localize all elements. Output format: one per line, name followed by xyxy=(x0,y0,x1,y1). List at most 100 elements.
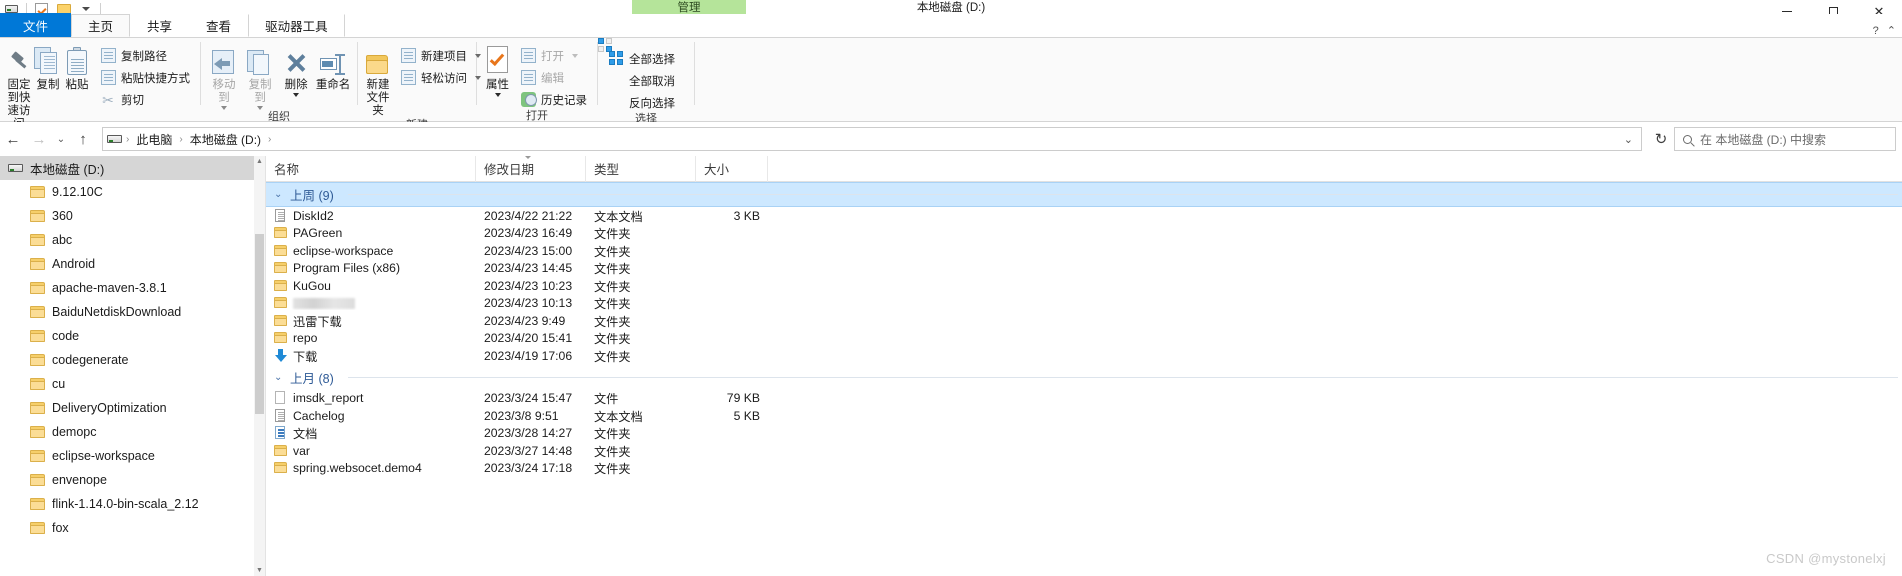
cell-type: 文件夹 xyxy=(594,227,631,242)
copy-path-button[interactable]: 复制路径 xyxy=(96,46,194,65)
table-row[interactable]: 下载 2023/4/19 17:06 文件夹 xyxy=(266,347,1902,365)
column-header-size[interactable]: 大小 xyxy=(696,156,768,182)
tree-item-local-disk-d[interactable]: 本地磁盘 (D:) xyxy=(0,156,265,180)
breadcrumb[interactable]: › 此电脑 › 本地磁盘 (D:) › ⌄ xyxy=(102,127,1642,151)
tree-item[interactable]: flink-1.14.0-bin-scala_2.12 xyxy=(0,492,265,516)
pin-to-quick-access-button[interactable]: 固定到快速访问 xyxy=(6,43,32,131)
nav-scrollbar[interactable]: ▲ ▼ xyxy=(254,156,265,576)
copy-button[interactable]: 复制 xyxy=(34,43,62,92)
edit-button[interactable]: 编辑 xyxy=(516,68,591,87)
tab-drive-tools[interactable]: 驱动器工具 xyxy=(248,14,345,37)
open-button[interactable]: 打开 xyxy=(516,46,591,65)
cell-name: 迅雷下载 xyxy=(266,312,476,330)
table-row[interactable]: eclipse-workspace 2023/4/23 15:00 文件夹 xyxy=(266,242,1902,260)
tree-item[interactable]: 9.12.10C xyxy=(0,180,265,204)
paste-button[interactable]: 粘贴 xyxy=(64,43,90,92)
ribbon-tab-bar: 文件 主页 共享 查看 驱动器工具 ? ⌃ xyxy=(0,13,1902,38)
breadcrumb-item-1[interactable]: 本地磁盘 (D:) xyxy=(186,131,265,148)
forward-button[interactable]: → xyxy=(26,126,52,152)
column-header-date[interactable]: 修改日期 xyxy=(476,156,586,182)
cell-type: 文件夹 xyxy=(594,244,631,259)
ribbon-right-controls: ? ⌃ xyxy=(1873,24,1902,38)
tree-item[interactable]: eclipse-workspace xyxy=(0,444,265,468)
group-header[interactable]: ⌄ 上周 (9) xyxy=(266,182,1902,207)
tree-item[interactable]: apache-maven-3.8.1 xyxy=(0,276,265,300)
select-all-button[interactable]: 全部选择 xyxy=(604,49,679,68)
tree-item[interactable]: cu xyxy=(0,372,265,396)
table-row[interactable]: 2023/4/23 10:13 文件夹 xyxy=(266,295,1902,313)
properties-button[interactable]: 属性 xyxy=(483,43,512,97)
breadcrumb-sep-2[interactable]: › xyxy=(268,134,271,145)
new-item-button[interactable]: 新建项目 xyxy=(396,46,485,65)
tree-item[interactable]: code xyxy=(0,324,265,348)
file-list-pane: 名称 修改日期 类型 大小 ⌄ 上周 (9) DiskId2 2023/4/22 21… xyxy=(266,156,1902,576)
select-none-icon xyxy=(598,38,624,89)
cut-button[interactable]: ✂ 剪切 xyxy=(96,90,194,109)
tree-item[interactable]: 360 xyxy=(0,204,265,228)
documents-icon xyxy=(274,426,287,440)
tab-home[interactable]: 主页 xyxy=(71,14,131,37)
move-to-button[interactable]: 移动到 xyxy=(207,43,241,110)
column-header-type[interactable]: 类型 xyxy=(586,156,696,182)
history-button[interactable]: 历史记录 xyxy=(516,90,591,109)
tree-item[interactable]: Android xyxy=(0,252,265,276)
folder-icon xyxy=(30,521,46,535)
table-row[interactable]: imsdk_report 2023/3/24 15:47 文件 79 KB xyxy=(266,390,1902,408)
rename-button[interactable]: 重命名 xyxy=(315,43,351,92)
table-row[interactable]: 迅雷下载 2023/4/23 9:49 文件夹 xyxy=(266,312,1902,330)
cell-name: repo xyxy=(266,331,476,345)
tree-item[interactable]: envenope xyxy=(0,468,265,492)
table-row[interactable]: spring.websocet.demo4 2023/3/24 17:18 文件夹 xyxy=(266,460,1902,478)
easy-access-button[interactable]: 轻松访问 xyxy=(396,68,485,87)
delete-button[interactable]: 删除 xyxy=(279,43,313,97)
paste-shortcut-button[interactable]: 粘贴快捷方式 xyxy=(96,68,194,87)
table-row[interactable]: DiskId2 2023/4/22 21:22 文本文档 3 KB xyxy=(266,207,1902,225)
tab-view[interactable]: 查看 xyxy=(189,14,248,37)
nav-scroll-thumb[interactable] xyxy=(255,234,264,414)
select-all-icon xyxy=(608,51,624,67)
table-row[interactable]: 文档 2023/3/28 14:27 文件夹 xyxy=(266,425,1902,443)
nav-scroll-down-icon[interactable]: ▼ xyxy=(254,565,265,576)
table-row[interactable]: Program Files (x86) 2023/4/23 14:45 文件夹 xyxy=(266,260,1902,278)
new-folder-button[interactable]: 新建 文件夹 xyxy=(364,43,392,118)
collapse-ribbon-icon[interactable]: ⌃ xyxy=(1887,24,1896,37)
invert-selection-icon xyxy=(598,38,624,111)
column-header-filler xyxy=(768,156,1902,182)
tree-item[interactable]: codegenerate xyxy=(0,348,265,372)
contextual-tab-manage[interactable]: 管理 xyxy=(632,0,746,14)
recent-locations-button[interactable]: ⌄ xyxy=(52,126,70,152)
table-row[interactable]: Cachelog 2023/3/8 9:51 文本文档 5 KB xyxy=(266,407,1902,425)
help-icon[interactable]: ? xyxy=(1873,25,1879,37)
breadcrumb-item-0[interactable]: 此电脑 xyxy=(132,131,176,148)
tree-item[interactable]: abc xyxy=(0,228,265,252)
copy-to-button[interactable]: 复制到 xyxy=(243,43,277,110)
table-row[interactable]: KuGou 2023/4/23 10:23 文件夹 xyxy=(266,277,1902,295)
file-name: eclipse-workspace xyxy=(293,243,394,258)
tree-item[interactable]: DeliveryOptimization xyxy=(0,396,265,420)
tree-item[interactable]: fox xyxy=(0,516,265,540)
tab-share[interactable]: 共享 xyxy=(130,14,189,37)
up-button[interactable]: ↑ xyxy=(70,126,96,152)
table-row[interactable]: repo 2023/4/20 15:41 文件夹 xyxy=(266,330,1902,348)
refresh-button[interactable]: ↻ xyxy=(1648,126,1674,152)
tree-item-label: demopc xyxy=(52,425,97,439)
paste-icon xyxy=(64,45,90,77)
back-button[interactable]: ← xyxy=(0,126,26,152)
group-header[interactable]: ⌄ 上月 (8) xyxy=(266,365,1902,390)
search-input[interactable]: 在 本地磁盘 (D:) 中搜索 xyxy=(1674,127,1896,151)
address-dropdown-icon[interactable]: ⌄ xyxy=(1624,133,1633,146)
column-header-name[interactable]: 名称 xyxy=(266,156,476,182)
table-row[interactable]: PAGreen 2023/4/23 16:49 文件夹 xyxy=(266,225,1902,243)
table-row[interactable]: var 2023/3/27 14:48 文件夹 xyxy=(266,442,1902,460)
cell-type: 文件夹 xyxy=(594,427,631,442)
nav-scroll-up-icon[interactable]: ▲ xyxy=(254,156,265,167)
tree-item[interactable]: BaiduNetdiskDownload xyxy=(0,300,265,324)
folder-icon xyxy=(274,279,287,293)
cell-date: 2023/4/22 21:22 xyxy=(484,208,573,223)
chevron-down-icon[interactable]: ⌄ xyxy=(274,189,284,200)
tree-item[interactable]: demopc xyxy=(0,420,265,444)
invert-selection-button[interactable]: 反向选择 xyxy=(598,38,679,112)
tab-file[interactable]: 文件 xyxy=(0,13,72,37)
chevron-down-icon[interactable]: ⌄ xyxy=(274,372,284,383)
select-none-button[interactable]: 全部取消 xyxy=(598,38,679,90)
